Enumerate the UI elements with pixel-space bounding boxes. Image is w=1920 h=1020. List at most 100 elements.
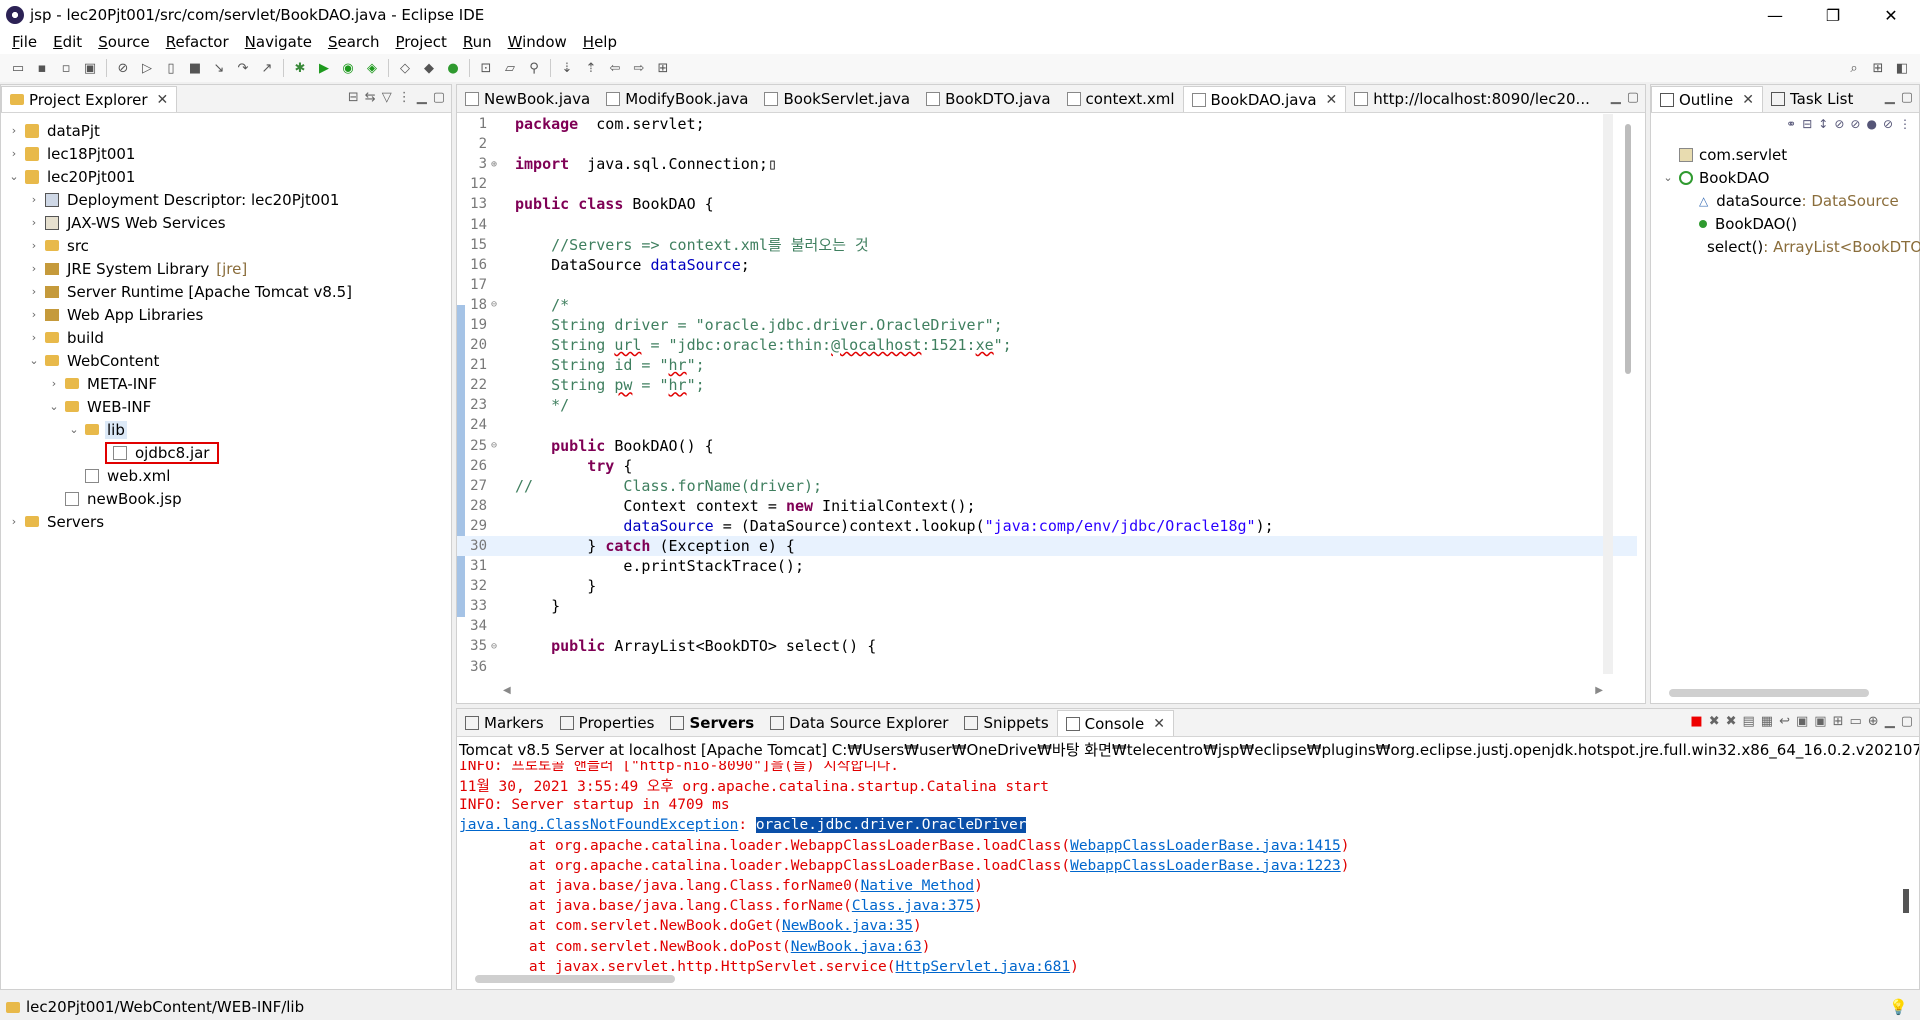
view-menu-icon[interactable]: ⋮ xyxy=(1899,117,1911,133)
source-link[interactable]: NewBook.java:63 xyxy=(791,939,922,955)
console-hscrollbar[interactable] xyxy=(475,975,675,983)
annotation-prev-icon[interactable]: ⇡ xyxy=(581,58,601,78)
outline-item[interactable]: ⌄ BookDAO xyxy=(1651,166,1919,189)
console-tab[interactable]: Servers xyxy=(662,710,762,736)
outline-item[interactable]: select() : ArrayList<BookDTO xyxy=(1651,235,1920,258)
pin-console-icon[interactable]: ⊞ xyxy=(1833,714,1844,729)
code-line[interactable]: 36 xyxy=(457,657,1637,674)
hide-nonpublic-icon[interactable]: ● xyxy=(1866,117,1876,133)
save-all-icon[interactable]: ▫ xyxy=(56,58,76,78)
tips-icon[interactable]: 💡 xyxy=(1889,998,1908,1016)
tree-node[interactable]: ⌄ WEB-INF xyxy=(1,395,451,418)
source-link[interactable]: NewBook.java:35 xyxy=(782,918,913,934)
remove-all-icon[interactable]: ✖ xyxy=(1726,714,1737,729)
menu-help[interactable]: Help xyxy=(575,33,625,51)
source-link[interactable]: HttpServlet.java:681 xyxy=(896,959,1071,975)
tree-node[interactable]: web.xml xyxy=(1,464,451,487)
console-tab[interactable]: Properties xyxy=(552,710,663,736)
close-icon[interactable]: ✕ xyxy=(157,92,169,108)
code-line[interactable]: 20 String url = "jdbc:oracle:thin:@local… xyxy=(457,335,1637,355)
open-console-icon[interactable]: ⊕ xyxy=(1868,714,1879,729)
code-line[interactable]: 2 xyxy=(457,134,1637,154)
sort-icon[interactable]: ↕ xyxy=(1818,117,1828,133)
expand-icon[interactable]: › xyxy=(27,193,41,206)
tree-node[interactable]: › src xyxy=(1,234,451,257)
collapse-icon[interactable]: ⌄ xyxy=(67,423,81,436)
console-tab[interactable]: Markers xyxy=(457,710,552,736)
tree-node[interactable]: ⌄ lec20Pjt001 xyxy=(1,165,451,188)
code-line[interactable]: 12 xyxy=(457,174,1637,194)
terminate-icon[interactable]: ■ xyxy=(1690,714,1702,729)
pin-icon[interactable]: ⊞ xyxy=(653,58,673,78)
code-line[interactable]: 25 ⊖ public BookDAO() { xyxy=(457,436,1637,456)
tree-node[interactable]: › Servers xyxy=(1,510,451,533)
tree-node[interactable]: › Server Runtime [Apache Tomcat v8.5] xyxy=(1,280,451,303)
new-java-project-icon[interactable]: ◇ xyxy=(395,58,415,78)
menu-search[interactable]: Search xyxy=(320,33,388,51)
editor-tab[interactable]: ModifyBook.java xyxy=(598,86,756,112)
scroll-right-icon[interactable]: ▶ xyxy=(1595,685,1603,696)
maximize-view-icon[interactable]: ▢ xyxy=(1901,90,1913,105)
horizontal-scrollbar[interactable]: ◀ ▶ xyxy=(503,685,1603,699)
editor-tab[interactable]: NewBook.java xyxy=(457,86,598,112)
tree-node[interactable]: ⌄ WebContent xyxy=(1,349,451,372)
clear-console-icon[interactable]: ▤ xyxy=(1743,714,1755,729)
code-line[interactable]: 16 DataSource dataSource; xyxy=(457,255,1637,275)
code-line[interactable]: 19 String driver = "oracle.jdbc.driver.O… xyxy=(457,315,1637,335)
remove-launch-icon[interactable]: ✖ xyxy=(1709,714,1720,729)
terminate-icon[interactable]: ■ xyxy=(185,58,205,78)
expand-icon[interactable]: › xyxy=(27,239,41,252)
minimize-view-icon[interactable]: ▁ xyxy=(417,90,427,105)
console-vscroll-thumb[interactable] xyxy=(1903,889,1909,913)
tree-node[interactable]: › lec18Pjt001 xyxy=(1,142,451,165)
vertical-scrollbar[interactable] xyxy=(1625,114,1631,674)
expand-icon[interactable]: › xyxy=(7,124,21,137)
collapse-icon[interactable]: ⌄ xyxy=(1661,171,1675,184)
scroll-left-icon[interactable]: ◀ xyxy=(503,685,511,696)
code-line[interactable]: 21 String id = "hr"; xyxy=(457,355,1637,375)
code-editor[interactable]: 1 package com.servlet; 2 3 ⊕ import java.sql.… xyxy=(457,114,1637,674)
expand-icon[interactable]: › xyxy=(7,147,21,160)
fold-icon[interactable]: ⊖ xyxy=(491,299,501,310)
code-line[interactable]: 13 public class BookDAO { xyxy=(457,194,1637,214)
collapse-icon[interactable]: ⌄ xyxy=(7,170,21,183)
new-class-icon[interactable]: ● xyxy=(443,58,463,78)
menu-window[interactable]: Window xyxy=(500,33,575,51)
show-on-stderr-icon[interactable]: ▣ xyxy=(1814,714,1826,729)
fold-icon[interactable]: ⊕ xyxy=(491,159,501,170)
code-line[interactable]: 1 package com.servlet; xyxy=(457,114,1637,134)
resume-icon[interactable]: ▷ xyxy=(137,58,157,78)
open-type-icon[interactable]: ⊡ xyxy=(476,58,496,78)
open-folder-icon[interactable]: ▱ xyxy=(500,58,520,78)
menu-run[interactable]: Run xyxy=(455,33,500,51)
tree-node[interactable]: ojdbc8.jar xyxy=(1,441,451,464)
outline-item[interactable]: com.servlet xyxy=(1651,143,1919,166)
expand-icon[interactable]: › xyxy=(27,285,41,298)
new-package-icon[interactable]: ◆ xyxy=(419,58,439,78)
java-ee-perspective-icon[interactable]: ◧ xyxy=(1892,58,1912,78)
step-over-icon[interactable]: ↷ xyxy=(233,58,253,78)
tree-node[interactable]: › JRE System Library [jre] xyxy=(1,257,451,280)
maximize-view-icon[interactable]: ▢ xyxy=(1627,90,1639,105)
minimize-view-icon[interactable]: ▁ xyxy=(1611,90,1621,105)
minimize-view-icon[interactable]: ▁ xyxy=(1885,714,1895,729)
expand-icon[interactable]: › xyxy=(27,308,41,321)
tree-node[interactable]: ⌄ lib xyxy=(1,418,451,441)
scrollbar-thumb[interactable] xyxy=(1625,124,1631,374)
fold-icon[interactable]: ⊖ xyxy=(491,641,501,652)
filter-icon[interactable]: ▽ xyxy=(382,90,392,105)
code-line[interactable]: 27 // Class.forName(driver); xyxy=(457,476,1637,496)
source-link[interactable]: WebappClassLoaderBase.java:1415 xyxy=(1070,838,1341,854)
debug-icon[interactable]: ✱ xyxy=(290,58,310,78)
show-on-stdout-icon[interactable]: ▣ xyxy=(1796,714,1808,729)
expand-icon[interactable]: › xyxy=(47,377,61,390)
source-link[interactable]: Native Method xyxy=(861,878,975,894)
console-tab[interactable]: Data Source Explorer xyxy=(762,710,956,736)
selected-text[interactable]: oracle.jdbc.driver.OracleDriver xyxy=(755,817,1027,834)
collapse-all-icon[interactable]: ⊟ xyxy=(1802,117,1812,133)
collapse-all-icon[interactable]: ⊟ xyxy=(348,90,359,105)
tree-node[interactable]: › Web App Libraries xyxy=(1,303,451,326)
scroll-lock-icon[interactable]: ▦ xyxy=(1761,714,1773,729)
code-line[interactable]: 15 //Servers => context.xml를 불러오는 것 xyxy=(457,235,1637,255)
code-line[interactable]: 34 xyxy=(457,616,1637,636)
